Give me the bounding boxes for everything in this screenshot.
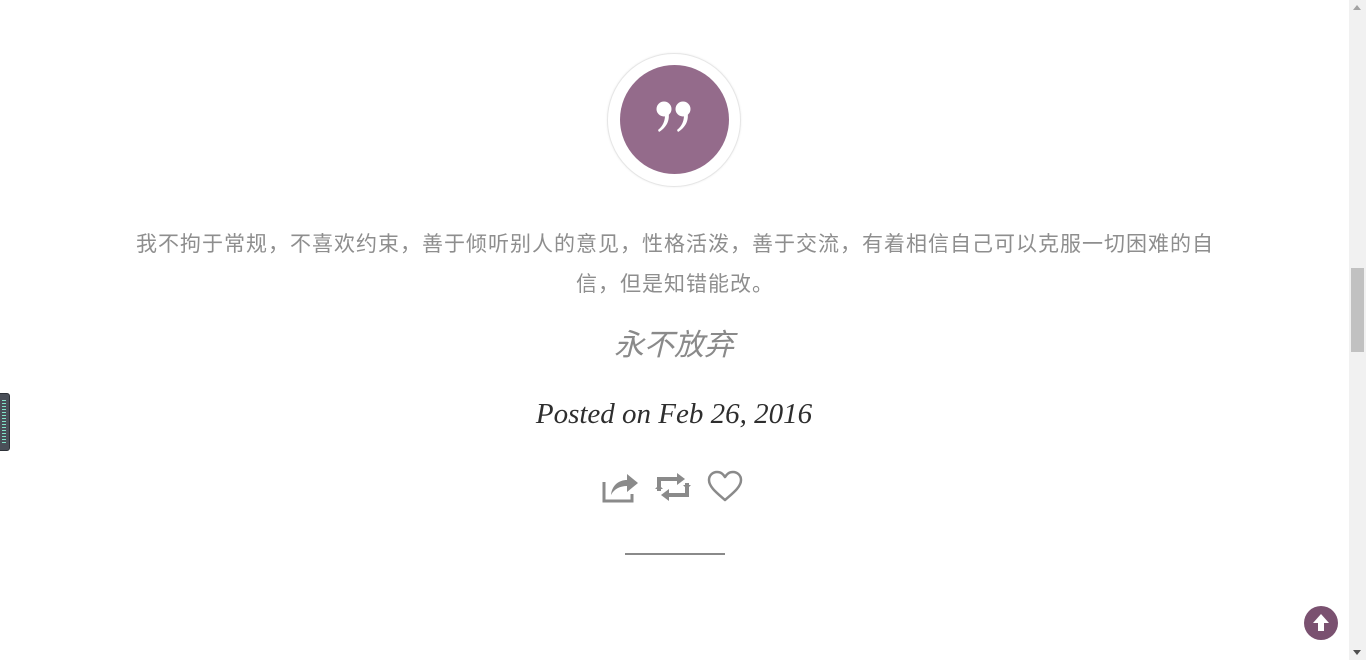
quote-author: 永不放弃 — [614, 329, 734, 362]
back-to-top-button[interactable] — [1304, 606, 1338, 640]
share-button[interactable] — [602, 470, 640, 509]
quote-text: 我不拘于常规，不喜欢约束，善于倾听别人的意见，性格活泼，善于交流，有着相信自己可… — [136, 232, 1214, 296]
scrollbar-thumb[interactable] — [1351, 268, 1364, 352]
post-date: Posted on Feb 26, 2016 — [535, 398, 813, 430]
quote-post: 我不拘于常规，不喜欢约束，善于倾听别人的意见，性格活泼，善于交流，有着相信自己可… — [0, 0, 1349, 660]
quote-icon — [656, 101, 691, 132]
quote-badge-circle — [620, 65, 729, 174]
post-divider — [625, 553, 725, 555]
repost-button[interactable] — [655, 470, 691, 509]
scroll-up-arrow-icon[interactable] — [1353, 5, 1361, 10]
arrow-up-icon — [1313, 614, 1329, 631]
meter-icon — [2, 400, 6, 444]
side-widget-tab[interactable] — [0, 393, 10, 451]
quote-badge — [607, 53, 741, 187]
share-icon — [602, 474, 638, 503]
page: 我不拘于常规，不喜欢约束，善于倾听别人的意见，性格活泼，善于交流，有着相信自己可… — [0, 0, 1366, 660]
vertical-scrollbar[interactable] — [1349, 0, 1366, 660]
post-actions — [599, 470, 749, 506]
heart-icon — [707, 470, 743, 502]
scroll-down-arrow-icon[interactable] — [1353, 650, 1361, 655]
like-button[interactable] — [707, 470, 743, 509]
repost-icon — [655, 473, 691, 501]
